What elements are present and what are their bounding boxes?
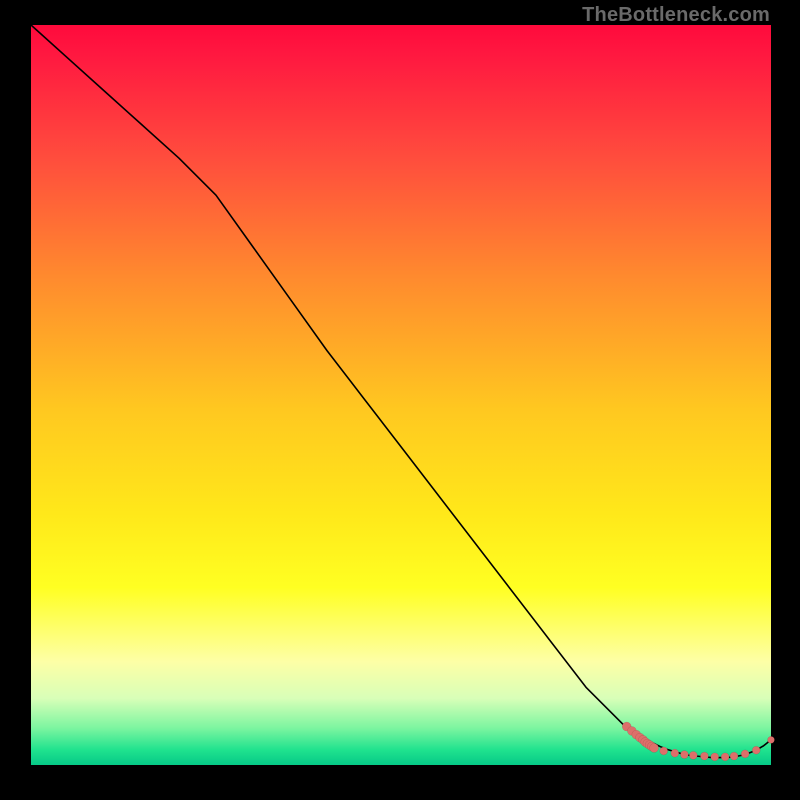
chart-stage: TheBottleneck.com	[0, 0, 800, 800]
watermark-text: TheBottleneck.com	[582, 4, 770, 27]
plot-area	[31, 25, 771, 765]
